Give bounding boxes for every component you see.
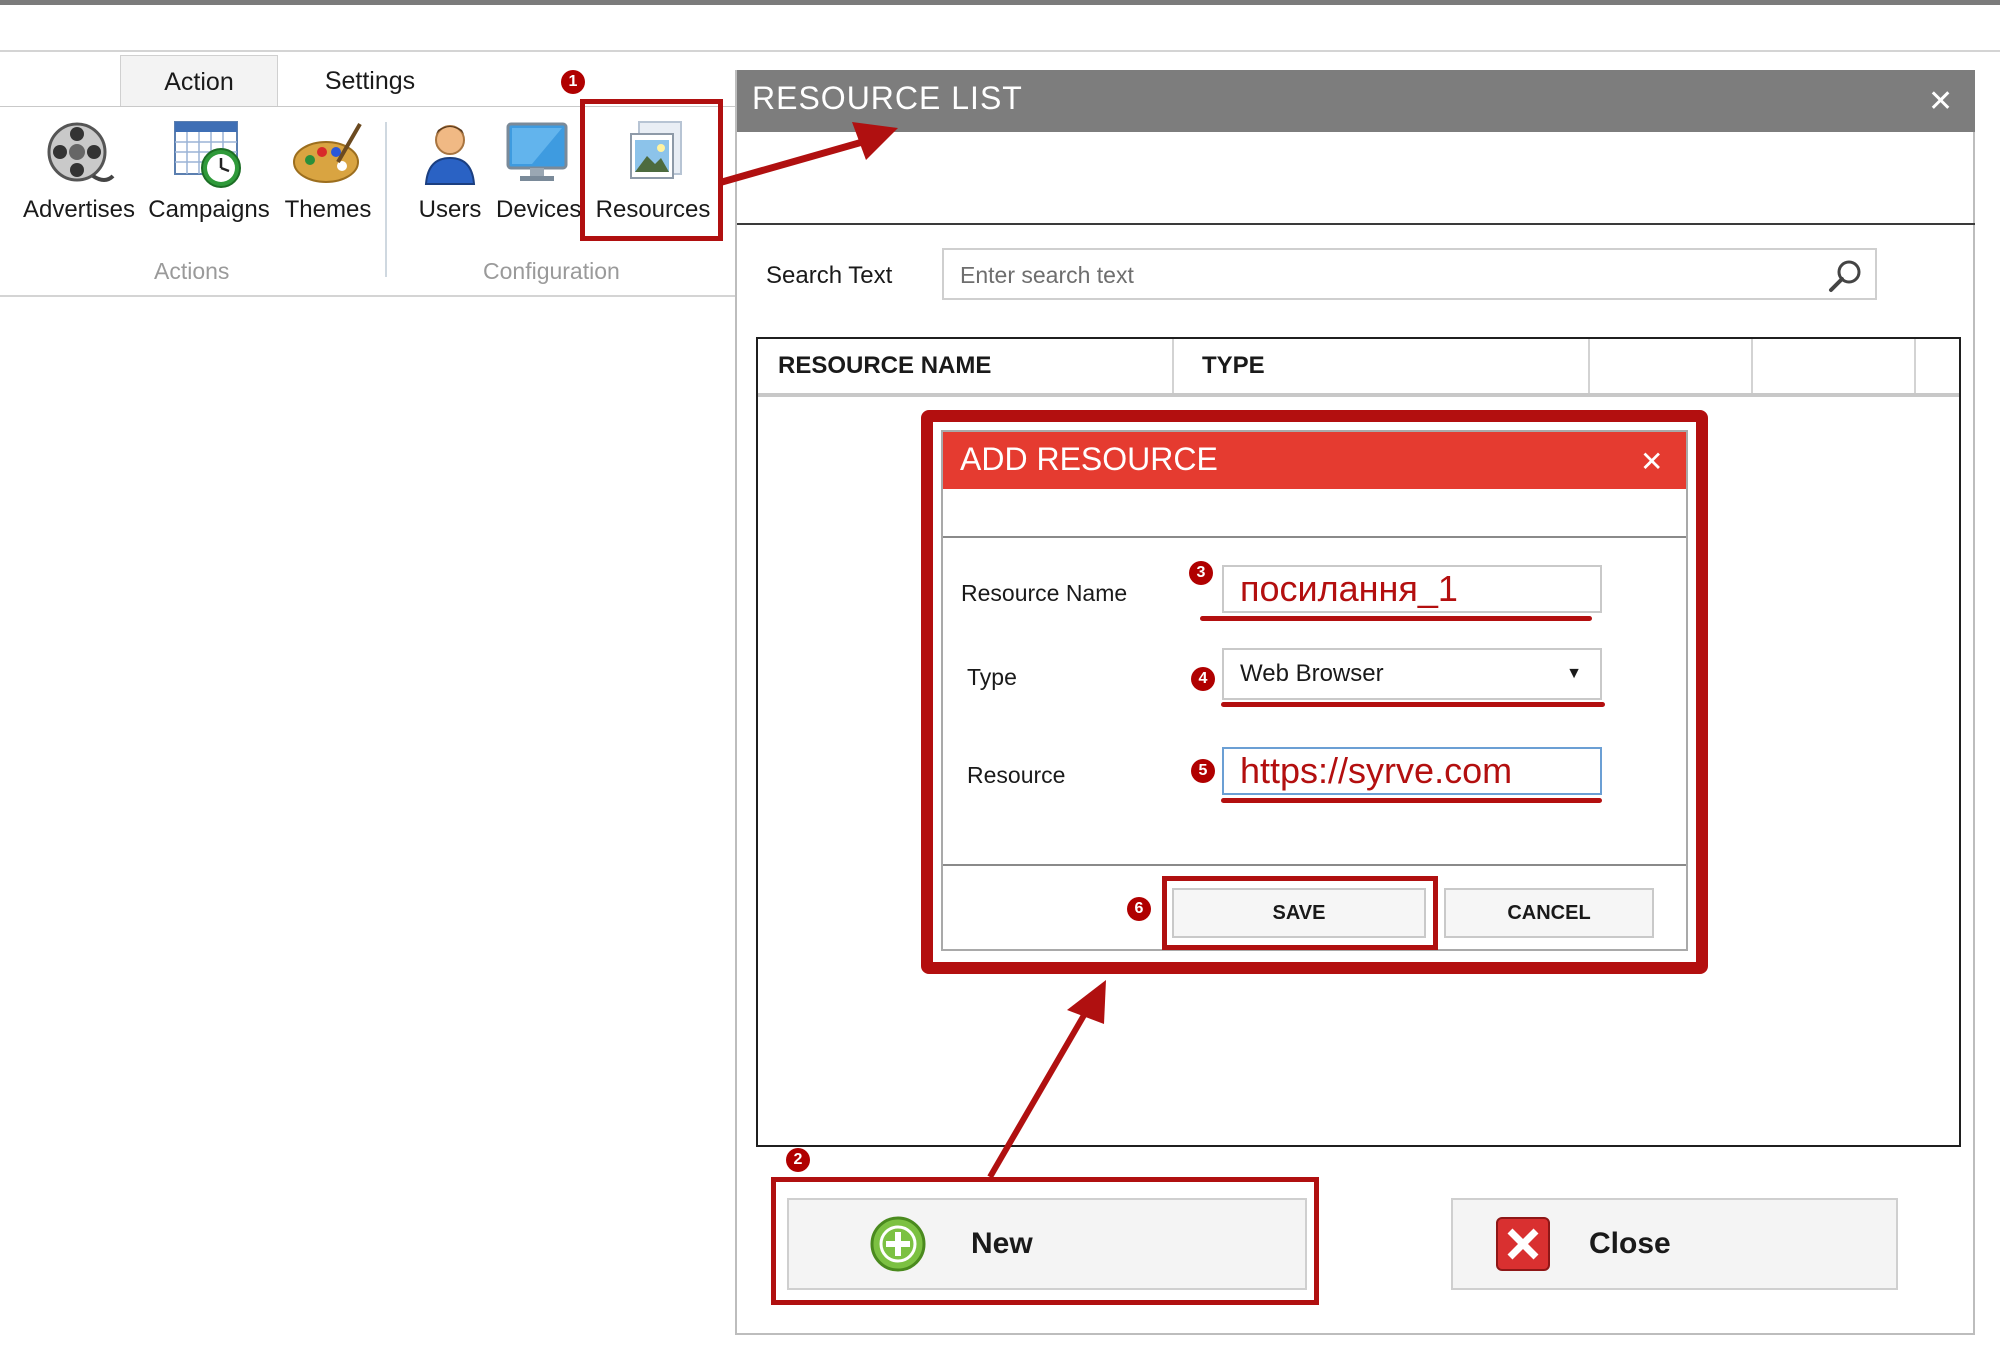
ribbon-button-campaigns[interactable]: Campaigns [146, 118, 272, 224]
ribbon-group-separator [385, 122, 387, 277]
user-icon [414, 118, 486, 190]
type-select-value: Web Browser [1240, 660, 1384, 687]
ribbon-button-devices[interactable]: Devices [496, 118, 580, 224]
column-header-resource-name[interactable]: RESOURCE NAME [758, 339, 1174, 393]
window-top-border [0, 0, 2000, 5]
resource-list-title: RESOURCE LIST [752, 80, 1023, 116]
resource-name-value: посилання_1 [1240, 568, 1458, 609]
chevron-down-icon: ▼ [1566, 665, 1582, 682]
ribbon-button-label: Users [418, 196, 482, 223]
tab-action[interactable]: Action [120, 55, 278, 108]
step-marker-2: 2 [786, 1148, 810, 1172]
annotation-box-new [771, 1177, 1319, 1305]
search-input[interactable] [958, 250, 1812, 300]
monitor-icon [502, 118, 574, 190]
resource-label: Resource [967, 762, 1066, 788]
resource-list-divider [737, 223, 1975, 225]
type-select[interactable]: Web Browser ▼ [1222, 648, 1602, 700]
paint-palette-icon [292, 118, 364, 190]
cancel-button[interactable]: CANCEL [1444, 888, 1654, 938]
step-marker-4: 4 [1191, 667, 1215, 691]
resource-name-field[interactable]: посилання_1 [1222, 565, 1602, 613]
ribbon-button-label: Advertises [22, 196, 136, 223]
annotation-box-save [1162, 876, 1438, 950]
column-header-extra[interactable] [1753, 339, 1916, 393]
close-icon [1495, 1216, 1551, 1272]
ribbon-button-label: Campaigns [148, 196, 270, 223]
calendar-clock-icon [173, 118, 245, 190]
ribbon-group-label-configuration: Configuration [483, 258, 620, 284]
ribbon-button-label: Themes [284, 196, 372, 223]
step-marker-3: 3 [1189, 561, 1213, 585]
search-label: Search Text [766, 262, 893, 289]
annotation-underline [1221, 702, 1605, 707]
resource-name-label: Resource Name [961, 580, 1128, 606]
ribbon-button-users[interactable]: Users [410, 118, 490, 224]
ribbon-button-advertises[interactable]: Advertises [20, 118, 138, 224]
close-button[interactable]: Close [1451, 1198, 1898, 1290]
close-icon[interactable]: ✕ [1928, 84, 1953, 119]
close-button-label: Close [1589, 1227, 1671, 1260]
film-reel-icon [43, 118, 115, 190]
step-marker-5: 5 [1191, 759, 1215, 783]
ribbon-button-label: Devices [496, 196, 580, 223]
column-header-type[interactable]: TYPE [1174, 339, 1590, 393]
search-box [942, 248, 1877, 300]
ribbon-button-themes[interactable]: Themes [280, 118, 376, 224]
tab-settings[interactable]: Settings [290, 55, 450, 107]
search-icon[interactable] [1827, 258, 1863, 294]
ribbon-group-label-actions: Actions [154, 258, 230, 284]
annotation-underline [1221, 798, 1602, 803]
type-label: Type [967, 664, 1017, 690]
resource-url-value: https://syrve.com [1240, 750, 1513, 791]
annotation-underline [1200, 616, 1592, 621]
column-header-extra[interactable] [1590, 339, 1753, 393]
step-marker-1: 1 [561, 70, 585, 94]
table-header: RESOURCE NAME TYPE [758, 339, 1959, 397]
resource-url-field[interactable]: https://syrve.com [1222, 747, 1602, 795]
step-marker-6: 6 [1127, 897, 1151, 921]
toolbar-divider [0, 50, 2000, 52]
annotation-box-resources [580, 99, 723, 241]
